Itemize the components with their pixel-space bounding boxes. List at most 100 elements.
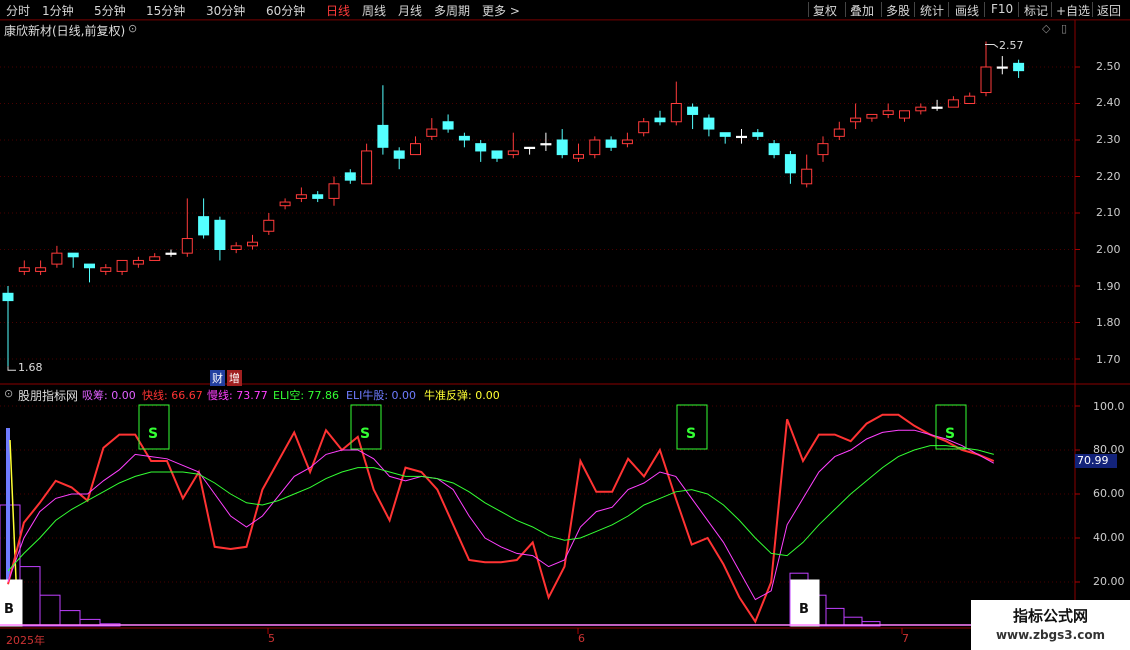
candle-body <box>817 143 829 156</box>
signal-buy-label: B <box>799 602 809 617</box>
candle-body <box>181 238 193 254</box>
date-label: 5 <box>268 632 275 645</box>
candle-body <box>768 143 780 156</box>
indicator-line-eli-empty <box>7 445 994 572</box>
candle-body <box>866 113 878 119</box>
high-price-label: 2.57 <box>999 39 1024 52</box>
param-slow-line: 慢线: 73.77 <box>207 389 268 402</box>
candle-body <box>573 154 584 159</box>
chart-grid <box>0 19 1130 634</box>
candle-body <box>931 106 943 109</box>
signal-sell-label: S <box>360 426 371 442</box>
indicator-name: 股朋指标网 <box>18 389 79 403</box>
chart-overlays <box>7 43 999 371</box>
candle-body <box>915 106 927 112</box>
candle-body <box>100 267 112 272</box>
candle-body <box>442 121 454 130</box>
date-label: 6 <box>578 632 585 645</box>
candle-body <box>621 139 633 145</box>
price-axis-label: 1.80 <box>1096 316 1121 329</box>
increase-mark[interactable]: 增 <box>227 370 242 386</box>
candle-body <box>377 124 389 148</box>
candle-body <box>84 263 95 269</box>
accumulation-bar <box>19 566 41 627</box>
candle-body <box>687 106 699 115</box>
indicator-axis-label: 40.00 <box>1093 531 1125 544</box>
accumulation-bar <box>825 607 845 627</box>
param-fast-line: 快线: 66.67 <box>142 389 203 402</box>
candle-body <box>230 245 242 251</box>
candle-body <box>149 256 161 261</box>
finance-mark[interactable]: 财 <box>210 370 225 386</box>
candle-body <box>35 267 47 272</box>
candle-body <box>491 150 503 159</box>
low-pointer <box>7 366 16 371</box>
param-absorb: 吸筹: 0.00 <box>82 389 136 402</box>
chart-canvas[interactable] <box>0 0 1130 650</box>
param-eli-empty: ELI空: 77.86 <box>273 389 340 402</box>
candle-body <box>426 128 438 137</box>
candle-body <box>899 110 910 119</box>
candle-body <box>833 128 845 137</box>
candle-body <box>328 183 340 199</box>
date-label: 2025年 <box>6 634 45 647</box>
candle-body <box>1013 62 1025 72</box>
high-pointer <box>985 43 999 48</box>
current-value-tag: 70.99 <box>1075 454 1117 468</box>
candle-body <box>801 168 813 185</box>
signal-buy-label: B <box>4 602 14 617</box>
candle-body <box>556 139 568 156</box>
candle-body <box>344 172 356 181</box>
candle-body <box>279 201 291 207</box>
candle-body <box>736 135 747 139</box>
watermark-url: www.zbgs3.com <box>995 628 1106 642</box>
candle-body <box>18 267 30 272</box>
price-axis-label: 1.70 <box>1096 353 1121 366</box>
price-axis-label: 2.30 <box>1096 133 1121 146</box>
candle-body <box>214 219 226 251</box>
candle-body <box>996 66 1008 69</box>
candle-body <box>605 139 617 148</box>
diamond-icon[interactable]: ◇ <box>1042 22 1050 35</box>
title-dropdown-icon[interactable]: ⊙ <box>128 22 137 35</box>
candle-body <box>524 146 536 150</box>
price-axis-label: 2.10 <box>1096 206 1121 219</box>
candle-body <box>410 143 421 156</box>
candlestick-series <box>2 41 1025 367</box>
signal-sell-label: S <box>148 426 159 442</box>
indicator-dropdown-icon[interactable]: ⊙ <box>4 387 13 400</box>
panel-toggle-icon[interactable]: ▯ <box>1061 22 1067 35</box>
candle-body <box>247 241 258 247</box>
candle-body <box>980 66 992 94</box>
candle-body <box>475 143 487 152</box>
price-axis-label: 2.20 <box>1096 170 1121 183</box>
candle-body <box>458 135 470 141</box>
price-axis-label: 2.50 <box>1096 60 1121 73</box>
low-price-label: 1.68 <box>18 361 43 374</box>
indicator-line-slow <box>7 429 995 601</box>
candle-body <box>589 139 601 156</box>
candle-body <box>312 194 324 199</box>
candle-body <box>361 150 373 185</box>
candle-body <box>540 143 552 146</box>
candle-body <box>263 219 275 232</box>
candle-body <box>752 132 764 137</box>
stock-title: 康欣新材(日线,前复权) <box>4 24 126 38</box>
signal-sell-label: S <box>945 426 956 442</box>
candle-body <box>850 117 862 123</box>
candle-body <box>507 150 519 156</box>
candle-body <box>784 154 796 174</box>
candle-body <box>964 95 976 104</box>
candle-body <box>198 216 210 236</box>
candle-body <box>719 132 731 137</box>
indicator-axis-label: 60.00 <box>1093 487 1125 500</box>
candle-body <box>882 110 894 115</box>
indicator-axis-label: 100.0 <box>1093 400 1125 413</box>
candle-body <box>295 194 307 199</box>
candle-body <box>116 259 128 272</box>
param-eli-bull: ELI牛股: 0.00 <box>346 389 417 402</box>
candle-body <box>703 117 715 130</box>
watermark-logo: 指标公式网 www.zbgs3.com <box>971 600 1130 650</box>
indicator-axis-label: 20.00 <box>1093 575 1125 588</box>
price-axis-label: 1.90 <box>1096 280 1121 293</box>
